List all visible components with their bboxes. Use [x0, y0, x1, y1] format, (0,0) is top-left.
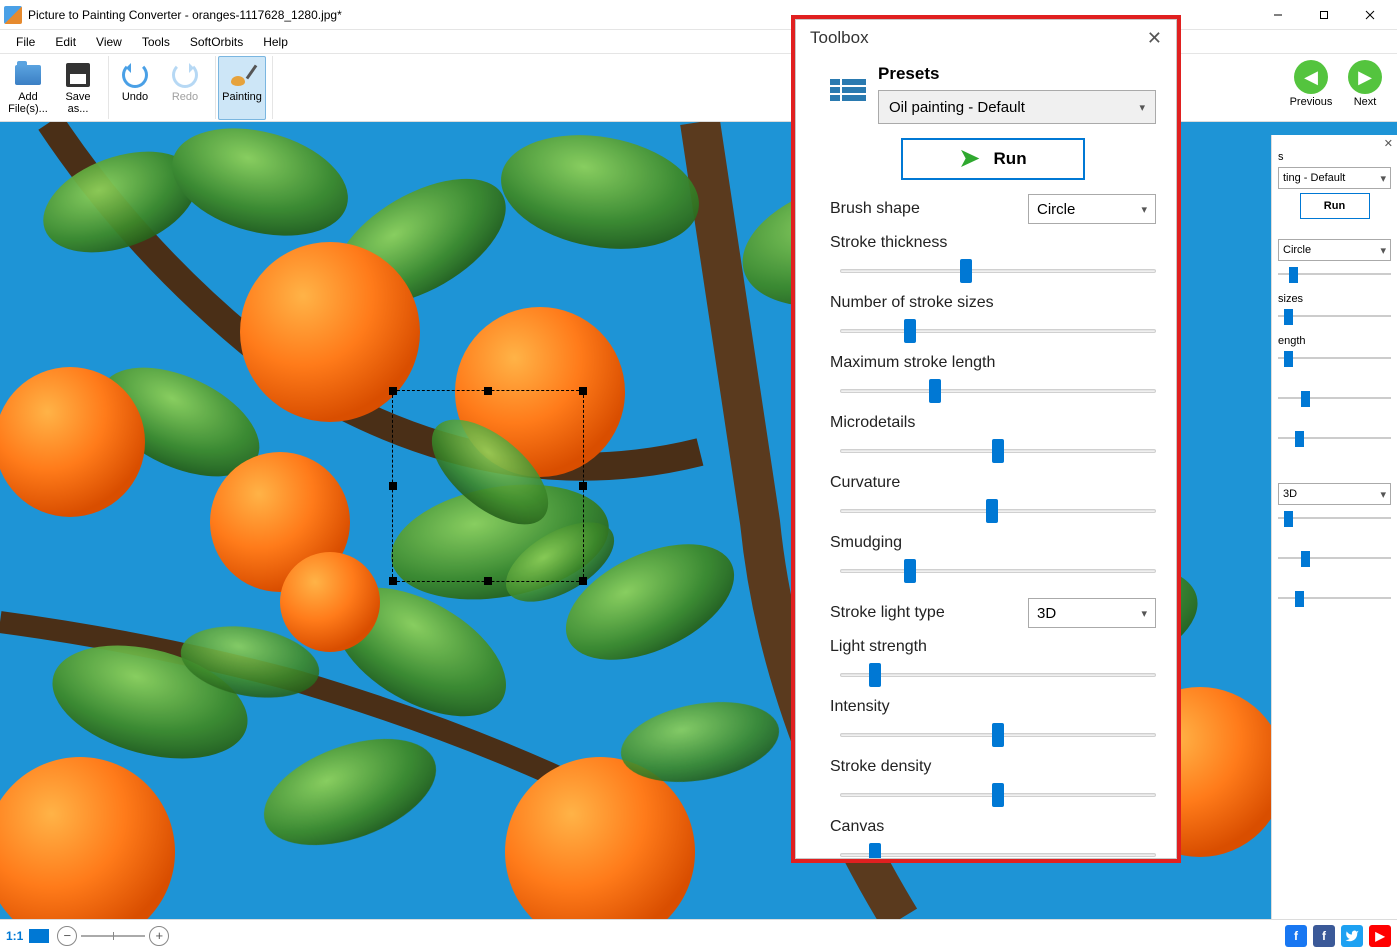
- selection-handle[interactable]: [389, 577, 397, 585]
- light-strength-slider[interactable]: [840, 662, 1156, 688]
- selection-handle[interactable]: [579, 577, 587, 585]
- zoom-out-button[interactable]: −: [57, 926, 77, 946]
- menu-softorbits[interactable]: SoftOrbits: [180, 33, 253, 51]
- preset-select[interactable]: Oil painting - Default▾: [878, 90, 1156, 124]
- close-button[interactable]: [1347, 0, 1393, 30]
- smudging-slider[interactable]: [840, 558, 1156, 584]
- app-icon: [4, 6, 22, 24]
- side-panel-close[interactable]: ✕: [1384, 137, 1393, 150]
- redo-icon: [171, 61, 199, 89]
- side-preset-select[interactable]: ting - Default▾: [1278, 167, 1391, 189]
- side-slider-5[interactable]: [1278, 429, 1391, 447]
- side-slider-2[interactable]: [1278, 307, 1391, 325]
- side-slider-6[interactable]: [1278, 509, 1391, 527]
- num-stroke-sizes-label: Number of stroke sizes: [830, 294, 1156, 312]
- social-youtube-icon[interactable]: ▶: [1369, 925, 1391, 947]
- painting-icon: [228, 61, 256, 89]
- next-icon: ▶: [1348, 60, 1382, 94]
- presets-icon: [830, 72, 866, 108]
- titlebar: Picture to Painting Converter - oranges-…: [0, 0, 1397, 30]
- intensity-label: Intensity: [830, 698, 1156, 716]
- toolbox-titlebar[interactable]: Toolbox ✕: [796, 20, 1176, 56]
- canvas-label: Canvas: [830, 818, 1156, 836]
- brush-shape-label: Brush shape: [830, 200, 920, 218]
- undo-button[interactable]: Undo: [111, 56, 159, 120]
- zoom-slider[interactable]: [81, 935, 145, 937]
- microdetails-label: Microdetails: [830, 414, 1156, 432]
- side-panel: ✕ s ting - Default▾ Run Circle▾ sizes en…: [1271, 135, 1397, 919]
- menu-view[interactable]: View: [86, 33, 132, 51]
- side-slider-3[interactable]: [1278, 349, 1391, 367]
- selection-handle[interactable]: [579, 387, 587, 395]
- social-facebook2-icon[interactable]: f: [1313, 925, 1335, 947]
- menubar: File Edit View Tools SoftOrbits Help: [0, 30, 1397, 54]
- side-panel-label: s: [1278, 151, 1391, 163]
- statusbar: 1:1 − + f f ▶: [0, 919, 1397, 951]
- open-icon: [14, 61, 42, 89]
- add-files-button[interactable]: Add File(s)...: [4, 56, 52, 120]
- intensity-slider[interactable]: [840, 722, 1156, 748]
- toolbox-panel: Toolbox ✕ Presets Oil painting - Default…: [795, 19, 1177, 859]
- menu-help[interactable]: Help: [253, 33, 298, 51]
- toolbox-title: Toolbox: [810, 28, 869, 48]
- side-slider-4[interactable]: [1278, 389, 1391, 407]
- next-button[interactable]: ▶ Next: [1341, 56, 1389, 120]
- selection-handle[interactable]: [389, 482, 397, 490]
- side-label-length: ength: [1278, 335, 1391, 347]
- run-arrow-icon: ➤: [959, 147, 979, 171]
- save-as-button[interactable]: Save as...: [54, 56, 102, 120]
- stroke-density-slider[interactable]: [840, 782, 1156, 808]
- zoom-label[interactable]: 1:1: [6, 929, 23, 943]
- painting-button[interactable]: Painting: [218, 56, 266, 120]
- side-slider-7[interactable]: [1278, 549, 1391, 567]
- curvature-slider[interactable]: [840, 498, 1156, 524]
- smudging-label: Smudging: [830, 534, 1156, 552]
- social-twitter-icon[interactable]: [1341, 925, 1363, 947]
- canvas-slider[interactable]: [840, 842, 1156, 859]
- undo-icon: [121, 61, 149, 89]
- menu-tools[interactable]: Tools: [132, 33, 180, 51]
- brush-shape-select[interactable]: Circle▾: [1028, 194, 1156, 224]
- redo-button[interactable]: Redo: [161, 56, 209, 120]
- side-slider-1[interactable]: [1278, 265, 1391, 283]
- selection-handle[interactable]: [484, 387, 492, 395]
- curvature-label: Curvature: [830, 474, 1156, 492]
- max-stroke-length-label: Maximum stroke length: [830, 354, 1156, 372]
- side-run-button[interactable]: Run: [1300, 193, 1370, 219]
- stroke-light-type-select[interactable]: 3D▾: [1028, 598, 1156, 628]
- presets-label: Presets: [878, 64, 1156, 84]
- toolbox-close-icon[interactable]: ✕: [1147, 28, 1162, 49]
- run-button[interactable]: ➤ Run: [901, 138, 1085, 180]
- num-stroke-sizes-slider[interactable]: [840, 318, 1156, 344]
- side-label-sizes: sizes: [1278, 293, 1391, 305]
- toolbar: Add File(s)... Save as... Undo Redo Pain…: [0, 54, 1397, 122]
- side-slider-8[interactable]: [1278, 589, 1391, 607]
- previous-button[interactable]: ◀ Previous: [1287, 56, 1335, 120]
- zoom-in-button[interactable]: +: [149, 926, 169, 946]
- stroke-density-label: Stroke density: [830, 758, 1156, 776]
- selection-handle[interactable]: [579, 482, 587, 490]
- minimize-button[interactable]: [1255, 0, 1301, 30]
- menu-file[interactable]: File: [6, 33, 45, 51]
- selection-rectangle[interactable]: [392, 390, 584, 582]
- save-icon: [64, 61, 92, 89]
- selection-handle[interactable]: [484, 577, 492, 585]
- stroke-light-type-label: Stroke light type: [830, 604, 945, 622]
- microdetails-slider[interactable]: [840, 438, 1156, 464]
- selection-handle[interactable]: [389, 387, 397, 395]
- social-facebook-icon[interactable]: f: [1285, 925, 1307, 947]
- max-stroke-length-slider[interactable]: [840, 378, 1156, 404]
- image-painting: [0, 122, 1397, 919]
- stroke-thickness-slider[interactable]: [840, 258, 1156, 284]
- window-title: Picture to Painting Converter - oranges-…: [28, 8, 342, 22]
- side-light-select[interactable]: 3D▾: [1278, 483, 1391, 505]
- stroke-thickness-label: Stroke thickness: [830, 234, 1156, 252]
- previous-icon: ◀: [1294, 60, 1328, 94]
- canvas-area[interactable]: [0, 122, 1397, 919]
- maximize-button[interactable]: [1301, 0, 1347, 30]
- side-brush-select[interactable]: Circle▾: [1278, 239, 1391, 261]
- light-strength-label: Light strength: [830, 638, 1156, 656]
- fit-screen-icon[interactable]: [29, 929, 49, 943]
- menu-edit[interactable]: Edit: [45, 33, 86, 51]
